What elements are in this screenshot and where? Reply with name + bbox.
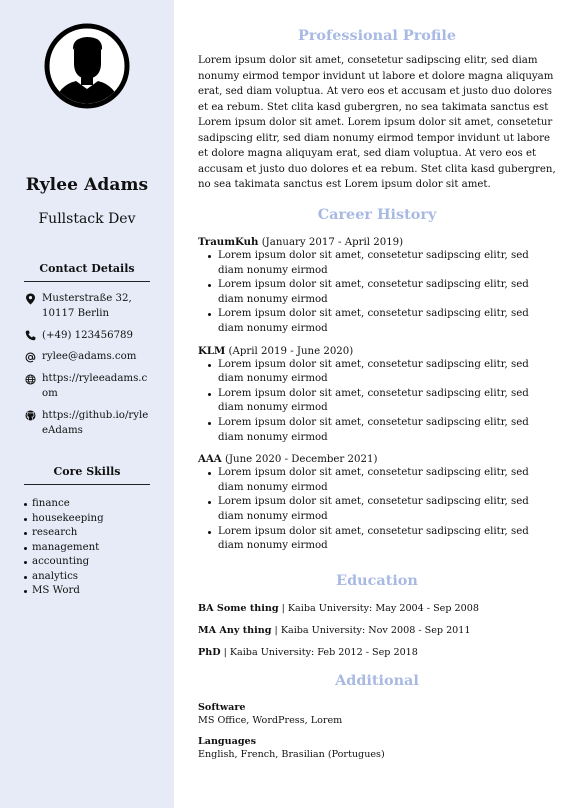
skill-item: MS Word <box>24 584 150 599</box>
phone-icon <box>24 330 36 342</box>
skill-item: accounting <box>24 555 150 570</box>
job-bullet: Lorem ipsum dolor sit amet, consetetur s… <box>208 307 556 336</box>
education-degree: MA Any thing <box>198 625 272 636</box>
profile-text: Lorem ipsum dolor sit amet, consetetur s… <box>198 55 556 190</box>
location-pin-icon <box>24 293 36 305</box>
job-period: (April 2019 - June 2020) <box>228 345 354 357</box>
job-entry: AAA (June 2020 - December 2021) Lorem ip… <box>198 453 556 554</box>
contact-email-text: rylee@adams.com <box>42 351 137 363</box>
additional-value: MS Office, WordPress, Lorem <box>198 715 343 726</box>
additional-item: Languages English, French, Brasilian (Po… <box>198 735 556 761</box>
avatar <box>44 23 130 109</box>
core-skills-title: Core Skills <box>24 465 150 485</box>
additional-label: Software <box>198 702 246 713</box>
job-period: (June 2020 - December 2021) <box>224 454 378 466</box>
job-company: KLM <box>198 344 226 357</box>
job-bullet: Lorem ipsum dolor sit amet, consetetur s… <box>208 416 556 445</box>
job-bullet: Lorem ipsum dolor sit amet, consetetur s… <box>208 495 556 524</box>
at-sign-icon <box>24 351 36 363</box>
skill-item: finance <box>24 497 150 512</box>
education-detail: | Kaiba University: Feb 2012 - Sep 2018 <box>220 647 418 658</box>
contact-website[interactable]: https://ryleeadams.com <box>24 372 150 402</box>
job-bullet: Lorem ipsum dolor sit amet, consetetur s… <box>208 525 556 554</box>
job-bullets: Lorem ipsum dolor sit amet, consetetur s… <box>198 466 556 554</box>
job-company: TraumKuh <box>198 236 259 248</box>
globe-icon <box>24 373 36 385</box>
contact-phone: (+49) 123456789 <box>24 329 150 344</box>
education-degree: PhD <box>198 647 221 658</box>
additional-value: English, French, Brasilian (Portugues) <box>198 749 385 760</box>
contact-address-text: Musterstraße 32, 10117 Berlin <box>42 293 132 319</box>
contact-phone-text: (+49) 123456789 <box>42 329 134 341</box>
skill-item: management <box>24 541 150 556</box>
education-detail: | Kaiba University: Nov 2008 - Sep 2011 <box>271 625 471 636</box>
additional-heading: Additional <box>335 672 419 689</box>
sidebar: Rylee Adams Fullstack Dev Contact Detail… <box>0 0 174 808</box>
additional-list: Software MS Office, WordPress, Lorem Lan… <box>198 701 556 769</box>
contact-address: Musterstraße 32, 10117 Berlin <box>24 292 150 322</box>
job-entry: KLM (April 2019 - June 2020) Lorem ipsum… <box>198 345 556 446</box>
main-content: Professional Profile Lorem ipsum dolor s… <box>174 0 582 808</box>
skill-item: housekeeping <box>24 512 150 527</box>
user-silhouette-icon <box>44 23 130 109</box>
education-item: BA Some thing | Kaiba University: May 20… <box>198 602 556 615</box>
additional-item: Software MS Office, WordPress, Lorem <box>198 701 556 727</box>
contact-website-text: https://ryleeadams.com <box>42 373 148 399</box>
candidate-name: Rylee Adams <box>25 175 149 195</box>
job-bullet: Lorem ipsum dolor sit amet, consetetur s… <box>208 466 556 495</box>
job-period: (January 2017 - April 2019) <box>261 237 404 248</box>
resume-page: Rylee Adams Fullstack Dev Contact Detail… <box>0 0 582 808</box>
contact-github-text: https://github.io/ryleeAdams <box>42 409 149 436</box>
skill-item: analytics <box>24 570 150 585</box>
job-bullet: Lorem ipsum dolor sit amet, consetetur s… <box>208 358 556 387</box>
job-title: AAA (June 2020 - December 2021) <box>198 453 556 466</box>
skills-list: finance housekeeping research management… <box>24 497 150 599</box>
education-item: MA Any thing | Kaiba University: Nov 200… <box>198 624 556 637</box>
career-history-heading: Career History <box>317 206 437 223</box>
contact-details-title: Contact Details <box>24 262 150 282</box>
education-detail: | Kaiba University: May 2004 - Sep 2008 <box>278 603 479 614</box>
skill-item: research <box>24 526 150 541</box>
education-item: PhD | Kaiba University: Feb 2012 - Sep 2… <box>198 646 556 659</box>
education-degree: BA Some thing <box>198 603 279 614</box>
job-company: AAA <box>198 453 222 466</box>
candidate-role: Fullstack Dev <box>38 211 136 227</box>
contact-email[interactable]: rylee@adams.com <box>24 350 150 365</box>
contact-list: Musterstraße 32, 10117 Berlin (+49) 1234… <box>24 292 150 445</box>
professional-profile-heading: Professional Profile <box>298 27 456 44</box>
job-title: KLM (April 2019 - June 2020) <box>198 345 556 358</box>
additional-label: Languages <box>198 736 257 747</box>
github-icon <box>24 410 36 422</box>
job-bullets: Lorem ipsum dolor sit amet, consetetur s… <box>198 358 556 446</box>
job-bullets: Lorem ipsum dolor sit amet, consetetur s… <box>198 249 556 337</box>
job-title: TraumKuh (January 2017 - April 2019) <box>198 236 556 249</box>
education-heading: Education <box>336 572 418 589</box>
job-entry: TraumKuh (January 2017 - April 2019) Lor… <box>198 236 556 337</box>
contact-github[interactable]: https://github.io/ryleeAdams <box>24 409 150 439</box>
education-list: BA Some thing | Kaiba University: May 20… <box>198 602 556 668</box>
job-bullet: Lorem ipsum dolor sit amet, consetetur s… <box>208 278 556 307</box>
job-bullet: Lorem ipsum dolor sit amet, consetetur s… <box>208 387 556 416</box>
job-bullet: Lorem ipsum dolor sit amet, consetetur s… <box>208 249 556 278</box>
career-history: TraumKuh (January 2017 - April 2019) Lor… <box>198 236 556 562</box>
